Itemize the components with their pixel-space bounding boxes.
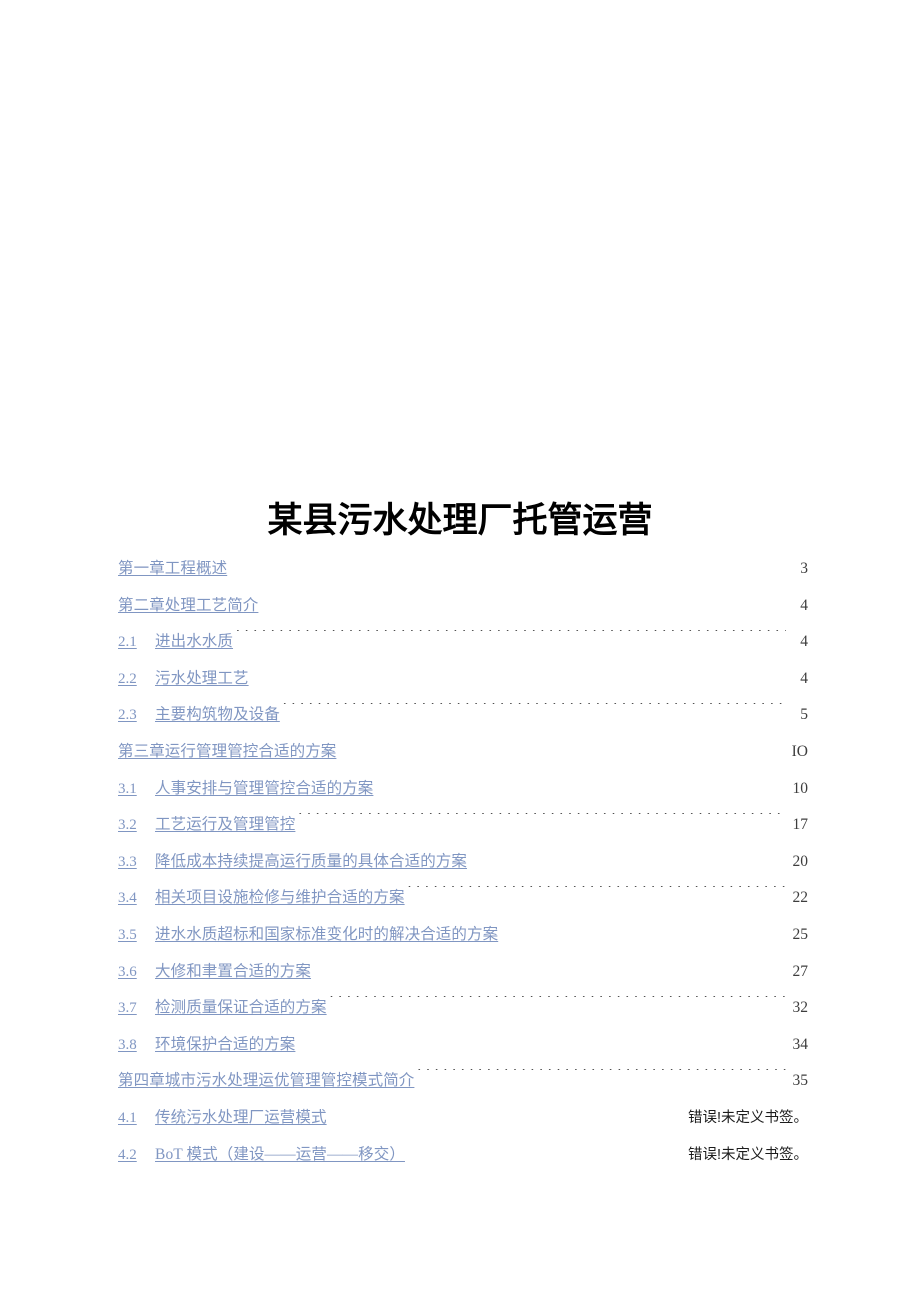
- toc-entry-page-number: 10: [792, 779, 809, 797]
- toc-leader-dots: [283, 703, 786, 719]
- toc-entry-page-number: IO: [791, 742, 808, 760]
- toc-entry-number[interactable]: 3.4: [118, 880, 155, 917]
- toc-entry-number[interactable]: 4.1: [118, 1100, 155, 1137]
- toc-entry[interactable]: 3.1人事安排与管理管控合适的方案 10: [118, 771, 808, 808]
- toc-entry-label[interactable]: 降低成本持续提高运行质量的具体合适的方案: [155, 844, 467, 881]
- toc-entry-label[interactable]: BoT 模式（建设——运营——移交）: [155, 1137, 405, 1174]
- toc-leader-dots: [501, 923, 786, 939]
- toc-entry-page-number: 25: [792, 925, 809, 943]
- toc-entry-page-number: 27: [792, 962, 809, 980]
- toc-entry-number[interactable]: 4.2: [118, 1137, 155, 1174]
- toc-entry-label[interactable]: 第二章处理工艺简介: [118, 588, 258, 625]
- toc-entry[interactable]: 3.8环境保护合适的方案 34: [118, 1027, 808, 1064]
- document-page: 某县污水处理厂托管运营 第一章工程概述3第二章处理工艺简介42.1进出水水质42…: [0, 0, 920, 1301]
- toc-entry-page-number: 32: [792, 999, 809, 1017]
- toc-leader-dots: [230, 557, 786, 573]
- toc-leader-dots: [330, 1106, 684, 1122]
- toc-entry-label[interactable]: 主要构筑物及设备: [155, 697, 280, 734]
- toc-entry-label[interactable]: 污水处理工艺: [155, 661, 249, 698]
- toc-entry[interactable]: 3.2工艺运行及管理管控 17: [118, 807, 808, 844]
- toc-entry-number[interactable]: 2.2: [118, 661, 155, 698]
- toc-leader-dots: [236, 630, 786, 646]
- toc-entry[interactable]: 3.4相关项目设施检修与维护合适的方案 22: [118, 880, 808, 917]
- toc-leader-dots: [330, 996, 786, 1012]
- toc-entry-error: 错误!未定义书签。: [687, 1109, 808, 1126]
- toc-entry-label[interactable]: 检测质量保证合适的方案: [155, 990, 327, 1027]
- toc-entry[interactable]: 第二章处理工艺简介 4: [118, 588, 808, 625]
- toc-entry[interactable]: 2.3主要构筑物及设备 5: [118, 697, 808, 734]
- toc-leader-dots: [408, 886, 786, 902]
- toc-entry-number[interactable]: 3.1: [118, 771, 155, 808]
- toc-entry[interactable]: 2.2污水处理工艺 4: [118, 661, 808, 698]
- toc-entry-page-number: 20: [792, 852, 809, 870]
- toc-leader-dots: [408, 1143, 684, 1159]
- toc-entry-page-number: 35: [792, 1072, 809, 1090]
- toc-entry[interactable]: 3.7检测质量保证合适的方案 32: [118, 990, 808, 1027]
- toc-entry-label[interactable]: 进水水质超标和国家标准变化时的解决合适的方案: [155, 917, 498, 954]
- toc-entry-label[interactable]: 第四章城市污水处理运优管理管控模式简介: [118, 1063, 414, 1100]
- toc-entry[interactable]: 第四章城市污水处理运优管理管控模式简介 35: [118, 1063, 808, 1100]
- toc-leader-dots: [252, 667, 786, 683]
- toc-entry-error: 错误!未定义书签。: [687, 1146, 808, 1163]
- toc-leader-dots: [298, 813, 786, 829]
- toc-entry-page-number: 3: [800, 560, 808, 577]
- toc-entry-number[interactable]: 3.5: [118, 917, 155, 954]
- toc-entry-label[interactable]: 相关项目设施检修与维护合适的方案: [155, 880, 405, 917]
- toc-entry-number[interactable]: 2.1: [118, 624, 155, 661]
- toc-entry-number[interactable]: 3.2: [118, 807, 155, 844]
- toc-leader-dots: [339, 740, 786, 756]
- toc-leader-dots: [417, 1069, 786, 1085]
- toc-entry-page-number: 22: [792, 889, 809, 907]
- toc-leader-dots: [470, 850, 786, 866]
- toc-entry-number[interactable]: 3.7: [118, 990, 155, 1027]
- table-of-contents: 第一章工程概述 3 第二章处理工艺简介 4 2.1进出水水质 4 2.2污水处理工艺 4 2.3…: [118, 551, 808, 1173]
- toc-entry-number[interactable]: 3.6: [118, 954, 155, 991]
- toc-entry-label[interactable]: 进出水水质: [155, 624, 233, 661]
- toc-entry[interactable]: 3.5进水水质超标和国家标准变化时的解决合适的方案 25: [118, 917, 808, 954]
- toc-entry[interactable]: 第一章工程概述 3: [118, 551, 808, 588]
- toc-entry-page-number: 4: [800, 596, 808, 614]
- toc-entry-label[interactable]: 传统污水处理厂运营模式: [155, 1100, 327, 1137]
- toc-entry-page-number: 5: [800, 706, 808, 724]
- toc-leader-dots: [314, 960, 786, 976]
- toc-entry[interactable]: 第三章运行管理管控合适的方案 IO: [118, 734, 808, 771]
- toc-entry[interactable]: 3.3降低成本持续提高运行质量的具体合适的方案 20: [118, 844, 808, 881]
- toc-entry-label[interactable]: 第三章运行管理管控合适的方案: [118, 734, 336, 771]
- page-title: 某县污水处理厂托管运营: [267, 501, 653, 540]
- toc-entry-page-number: 4: [800, 669, 808, 687]
- toc-entry-label[interactable]: 人事安排与管理管控合适的方案: [155, 771, 373, 808]
- toc-leader-dots: [376, 777, 786, 793]
- toc-entry-label[interactable]: 大修和聿置合适的方案: [155, 954, 311, 991]
- toc-entry-page-number: 17: [792, 816, 809, 834]
- toc-leader-dots: [298, 1033, 786, 1049]
- toc-entry[interactable]: 3.6大修和聿置合适的方案 27: [118, 954, 808, 991]
- toc-entry-label[interactable]: 第一章工程概述: [118, 551, 227, 588]
- toc-entry-number[interactable]: 2.3: [118, 697, 155, 734]
- toc-leader-dots: [261, 594, 786, 610]
- toc-entry-number[interactable]: 3.3: [118, 844, 155, 881]
- toc-entry[interactable]: 2.1进出水水质 4: [118, 624, 808, 661]
- toc-entry-number[interactable]: 3.8: [118, 1027, 155, 1064]
- toc-entry-label[interactable]: 环境保护合适的方案: [155, 1027, 295, 1064]
- toc-entry-page-number: 34: [792, 1035, 809, 1053]
- toc-entry[interactable]: 4.1传统污水处理厂运营模式 错误!未定义书签。: [118, 1100, 808, 1137]
- toc-entry[interactable]: 4.2BoT 模式（建设——运营——移交） 错误!未定义书签。: [118, 1137, 808, 1174]
- toc-entry-page-number: 4: [800, 633, 808, 651]
- toc-entry-label[interactable]: 工艺运行及管理管控: [155, 807, 295, 844]
